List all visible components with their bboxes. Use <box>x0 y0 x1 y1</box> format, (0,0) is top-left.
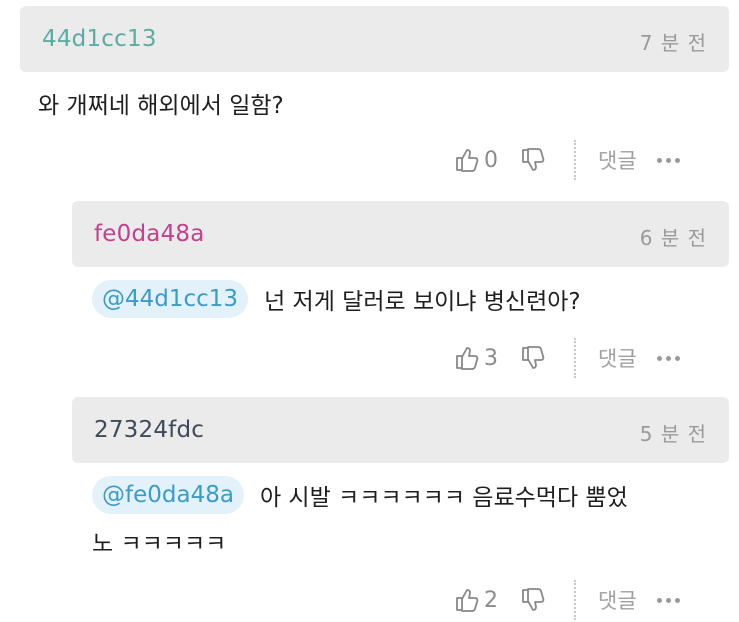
reply-button[interactable]: 댓글 <box>598 343 637 373</box>
reply-button[interactable]: 댓글 <box>598 145 637 175</box>
comment-text-continued: 노 ㅋㅋㅋㅋㅋ <box>92 531 227 557</box>
comment-text-row: @fe0da48a 아 시발 ㅋㅋㅋㅋㅋㅋ 음료수먹다 뿜었 <box>92 476 628 514</box>
comment-author[interactable]: fe0da48a <box>94 221 205 247</box>
divider <box>574 338 576 378</box>
comment-actions: 2 댓글 <box>454 580 680 620</box>
comment-header: fe0da48a 6 분 전 <box>72 201 729 267</box>
divider <box>574 580 576 620</box>
comment-time: 5 분 전 <box>639 422 707 446</box>
comment-header: 44d1cc13 7 분 전 <box>20 6 729 72</box>
like-count: 0 <box>484 147 498 173</box>
comment-author[interactable]: 27324fdc <box>94 417 204 443</box>
comment-actions: 0 댓글 <box>454 140 680 180</box>
comment-time: 7 분 전 <box>639 31 707 55</box>
thumbs-down-icon[interactable] <box>520 587 546 613</box>
more-options-icon[interactable] <box>656 355 680 361</box>
thumbs-down-icon[interactable] <box>520 345 546 371</box>
thumbs-up-icon[interactable] <box>454 147 480 173</box>
comment-actions: 3 댓글 <box>454 338 680 378</box>
thumbs-up-icon[interactable] <box>454 587 480 613</box>
comment-text-row: @44d1cc13 넌 저게 달러로 보이냐 병신련아? <box>92 280 581 318</box>
comment-text: 넌 저게 달러로 보이냐 병신련아? <box>264 289 581 315</box>
divider <box>574 140 576 180</box>
comment-text: 와 개쩌네 해외에서 일함? <box>38 93 284 119</box>
like-count: 3 <box>484 345 498 371</box>
comment-time: 6 분 전 <box>639 226 707 250</box>
comment-author[interactable]: 44d1cc13 <box>42 26 157 52</box>
comment-text: 아 시발 ㅋㅋㅋㅋㅋㅋ 음료수먹다 뿜었 <box>259 485 628 511</box>
more-options-icon[interactable] <box>656 597 680 603</box>
reply-button[interactable]: 댓글 <box>598 585 637 615</box>
mention-tag[interactable]: @44d1cc13 <box>92 280 249 318</box>
mention-tag[interactable]: @fe0da48a <box>92 476 244 514</box>
comment-header: 27324fdc 5 분 전 <box>72 397 729 463</box>
comment-thread: 44d1cc13 7 분 전 와 개쩌네 해외에서 일함? 0 댓글 fe0da… <box>0 0 739 622</box>
more-options-icon[interactable] <box>656 157 680 163</box>
thumbs-up-icon[interactable] <box>454 345 480 371</box>
thumbs-down-icon[interactable] <box>520 147 546 173</box>
like-count: 2 <box>484 587 498 613</box>
